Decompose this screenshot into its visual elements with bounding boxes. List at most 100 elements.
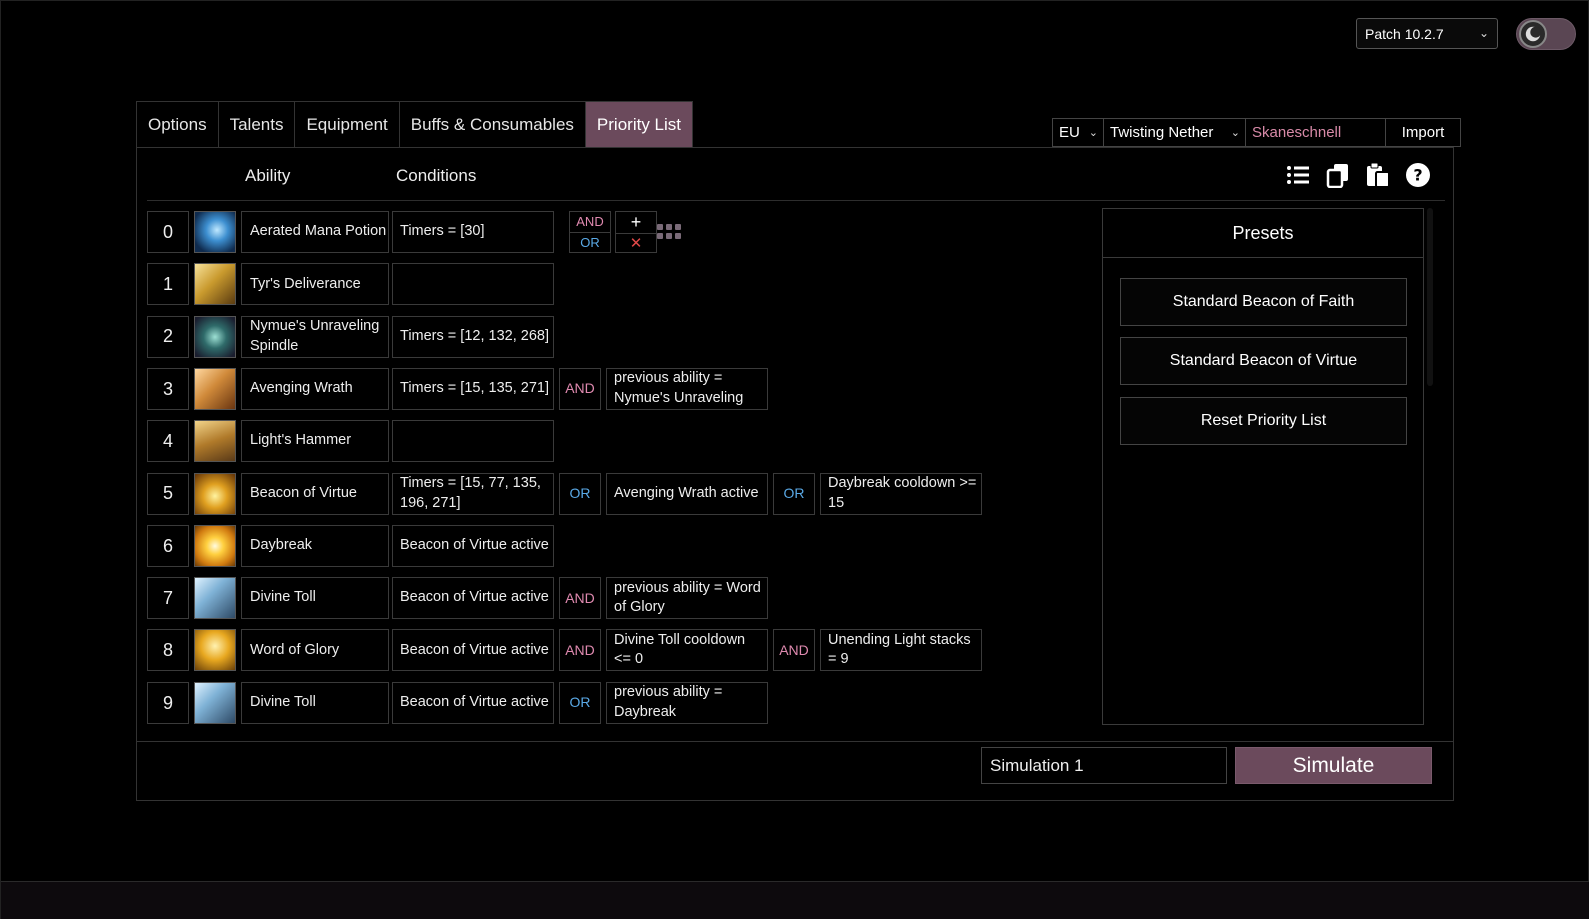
row0-op-toggle: AND OR	[569, 211, 611, 253]
priority-list-panel: Ability Conditions ? 0 Aerated Mana Potio…	[136, 147, 1454, 801]
condition-field[interactable]: Avenging Wrath active	[606, 472, 768, 515]
list-icon[interactable]	[1285, 162, 1311, 188]
ability-icon-art	[195, 212, 235, 252]
bottom-divider	[137, 741, 1453, 742]
ability-icon-art	[195, 578, 235, 619]
ability-name[interactable]: Aerated Mana Potion	[241, 211, 389, 253]
column-header-ability: Ability	[245, 166, 291, 185]
condition-field[interactable]: Beacon of Virtue active	[392, 629, 554, 672]
condition-field[interactable]: Beacon of Virtue active	[392, 681, 554, 724]
divine-toll-icon	[194, 681, 236, 724]
condition-field[interactable]: previous ability = Word of Glory	[606, 577, 768, 620]
and-operator[interactable]: AND	[559, 367, 601, 410]
row-index: 9	[147, 681, 189, 724]
patch-select-label: Patch 10.2.7	[1365, 25, 1444, 42]
simulation-name-input[interactable]: Simulation 1	[981, 747, 1227, 784]
copy-icon[interactable]	[1325, 162, 1351, 188]
ability-name[interactable]: Beacon of Virtue	[241, 472, 389, 515]
lights-hammer-icon	[194, 420, 236, 463]
realm-select-value: Twisting Nether	[1110, 124, 1214, 141]
condition-field[interactable]: previous ability = Daybreak	[606, 681, 768, 724]
theme-toggle-knob	[1519, 20, 1547, 48]
ability-name[interactable]: Light's Hammer	[241, 420, 389, 463]
divine-toll-icon	[194, 577, 236, 620]
condition-field[interactable]: Timers = [30]	[392, 211, 554, 253]
daybreak-icon	[194, 524, 236, 567]
nymues-unraveling-spindle-icon	[194, 315, 236, 358]
tab-buffs-consumables[interactable]: Buffs & Consumables	[400, 102, 586, 147]
reset-priority-list-button[interactable]: Reset Priority List	[1120, 397, 1407, 445]
drag-handle-icon[interactable]	[657, 224, 681, 240]
row-index: 0	[147, 211, 189, 253]
ability-icon-art	[195, 525, 235, 566]
ability-name[interactable]: Nymue's Unraveling Spindle	[241, 315, 389, 358]
preset-standard-beacon-of-virtue[interactable]: Standard Beacon of Virtue	[1120, 337, 1407, 385]
and-operator[interactable]: AND	[559, 629, 601, 672]
condition-field[interactable]: previous ability = Nymue's Unraveling	[606, 367, 768, 410]
realm-select[interactable]: Twisting Nether ⌄	[1104, 119, 1246, 146]
svg-text:?: ?	[1413, 166, 1422, 185]
import-button[interactable]: Import	[1386, 119, 1460, 146]
column-header-conditions: Conditions	[396, 166, 477, 185]
condition-field[interactable]	[392, 420, 554, 463]
preset-standard-beacon-of-faith[interactable]: Standard Beacon of Faith	[1120, 278, 1407, 326]
row0-edit-controls: + ✕	[615, 211, 657, 253]
and-operator[interactable]: AND	[773, 629, 815, 672]
tab-talents[interactable]: Talents	[219, 102, 296, 147]
condition-field[interactable]: Timers = [15, 77, 135, 196, 271]	[392, 472, 554, 515]
theme-toggle[interactable]	[1516, 18, 1576, 50]
region-select-value: EU	[1059, 124, 1080, 141]
add-or-button[interactable]: OR	[570, 233, 610, 253]
or-operator[interactable]: OR	[559, 472, 601, 515]
chevron-down-icon: ⌄	[1230, 127, 1240, 139]
condition-field[interactable]: Unending Light stacks = 9	[820, 629, 982, 672]
condition-field[interactable]: Timers = [15, 135, 271]	[392, 367, 554, 410]
row-index: 4	[147, 420, 189, 463]
paste-icon[interactable]	[1365, 162, 1391, 188]
character-name-input[interactable]: Skaneschnell	[1246, 119, 1386, 146]
help-icon[interactable]: ?	[1405, 162, 1431, 188]
aerated-mana-potion-icon	[194, 211, 236, 253]
and-operator[interactable]: AND	[559, 577, 601, 620]
or-operator[interactable]: OR	[559, 681, 601, 724]
simulate-button[interactable]: Simulate	[1235, 747, 1432, 784]
row-index: 1	[147, 263, 189, 306]
condition-field[interactable]: Beacon of Virtue active	[392, 524, 554, 567]
condition-field[interactable]: Divine Toll cooldown <= 0	[606, 629, 768, 672]
tab-priority-list[interactable]: Priority List	[585, 102, 692, 147]
ability-icon-art	[195, 264, 235, 305]
tab-equipment[interactable]: Equipment	[295, 102, 400, 147]
plus-icon[interactable]: +	[616, 212, 656, 234]
or-operator[interactable]: OR	[773, 472, 815, 515]
word-of-glory-icon	[194, 629, 236, 672]
ability-icon-art	[195, 630, 235, 671]
condition-field[interactable]: Daybreak cooldown >= 15	[820, 472, 982, 515]
row-index: 3	[147, 367, 189, 410]
ability-name[interactable]: Divine Toll	[241, 577, 389, 620]
chevron-down-icon: ⌄	[1088, 127, 1098, 139]
scrollbar[interactable]	[1427, 208, 1433, 386]
tab-options[interactable]: Options	[137, 102, 219, 147]
ability-name[interactable]: Divine Toll	[241, 681, 389, 724]
ability-name[interactable]: Tyr's Deliverance	[241, 263, 389, 306]
close-icon[interactable]: ✕	[616, 234, 656, 252]
header-divider	[147, 200, 1445, 201]
row-index: 7	[147, 577, 189, 620]
moon-icon	[1525, 26, 1542, 42]
beacon-of-virtue-icon	[194, 472, 236, 515]
ability-icon-art	[195, 473, 235, 514]
ability-name[interactable]: Daybreak	[241, 524, 389, 567]
add-and-button[interactable]: AND	[570, 212, 610, 233]
row-index: 6	[147, 524, 189, 567]
region-select[interactable]: EU ⌄	[1053, 119, 1104, 146]
condition-field[interactable]	[392, 263, 554, 306]
character-import: EU ⌄ Twisting Nether ⌄ Skaneschnell Impo…	[1052, 118, 1461, 147]
ability-name[interactable]: Avenging Wrath	[241, 367, 389, 410]
ability-icon-art	[195, 682, 235, 723]
ability-name[interactable]: Word of Glory	[241, 629, 389, 672]
condition-field[interactable]: Timers = [12, 132, 268]	[392, 315, 554, 358]
condition-field[interactable]: Beacon of Virtue active	[392, 577, 554, 620]
patch-select[interactable]: Patch 10.2.7 ⌄	[1356, 18, 1498, 49]
ability-icon-art	[195, 316, 235, 357]
toolbar: ?	[1285, 162, 1431, 188]
